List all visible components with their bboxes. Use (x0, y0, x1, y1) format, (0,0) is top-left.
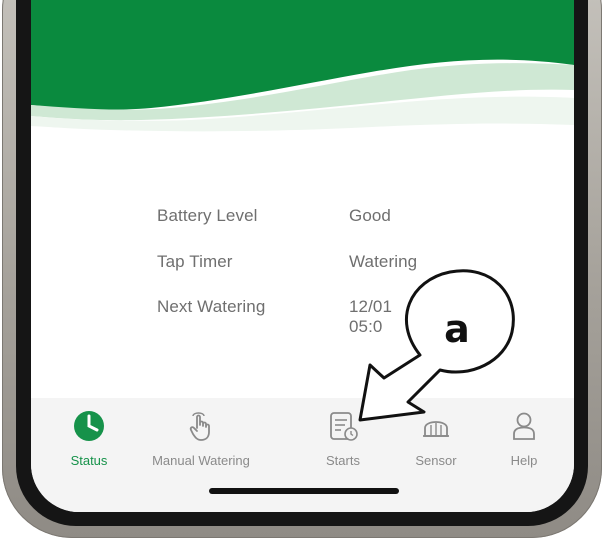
bottom-tab-bar: Status Manual Watering Starts Sensor Hel… (31, 398, 574, 512)
tab-sensor-label: Sensor (415, 453, 457, 468)
callout-letter: a (444, 307, 470, 351)
tab-starts[interactable]: Starts (303, 398, 383, 498)
schedule-document-icon (330, 412, 358, 441)
status-clock-icon (74, 411, 104, 441)
tap-timer-value: Watering (349, 252, 418, 271)
battery-level-value: Good (349, 206, 391, 225)
sensor-dome-icon (423, 421, 449, 437)
tap-timer-label: Tap Timer (157, 252, 233, 271)
home-indicator (209, 488, 399, 494)
next-watering-time: 05:0 (349, 317, 383, 336)
tab-starts-label: Starts (326, 453, 360, 468)
tab-manual-watering-label: Manual Watering (152, 453, 250, 468)
next-watering-label: Next Watering (157, 297, 266, 316)
tab-status-label: Status (70, 453, 108, 468)
screenshot-stage: Battery Level Good Tap Timer Watering Ne… (0, 0, 604, 541)
tab-manual-watering[interactable]: Manual Watering (139, 398, 263, 498)
tab-status[interactable]: Status (45, 398, 133, 498)
app-screen: Battery Level Good Tap Timer Watering Ne… (31, 0, 574, 512)
person-icon (513, 412, 535, 440)
tab-help[interactable]: Help (488, 398, 560, 498)
tab-help-label: Help (510, 453, 538, 468)
next-watering-date: 12/01 (349, 297, 393, 316)
tab-sensor[interactable]: Sensor (396, 398, 476, 498)
battery-level-label: Battery Level (157, 206, 258, 225)
hand-touch-icon (189, 412, 210, 441)
